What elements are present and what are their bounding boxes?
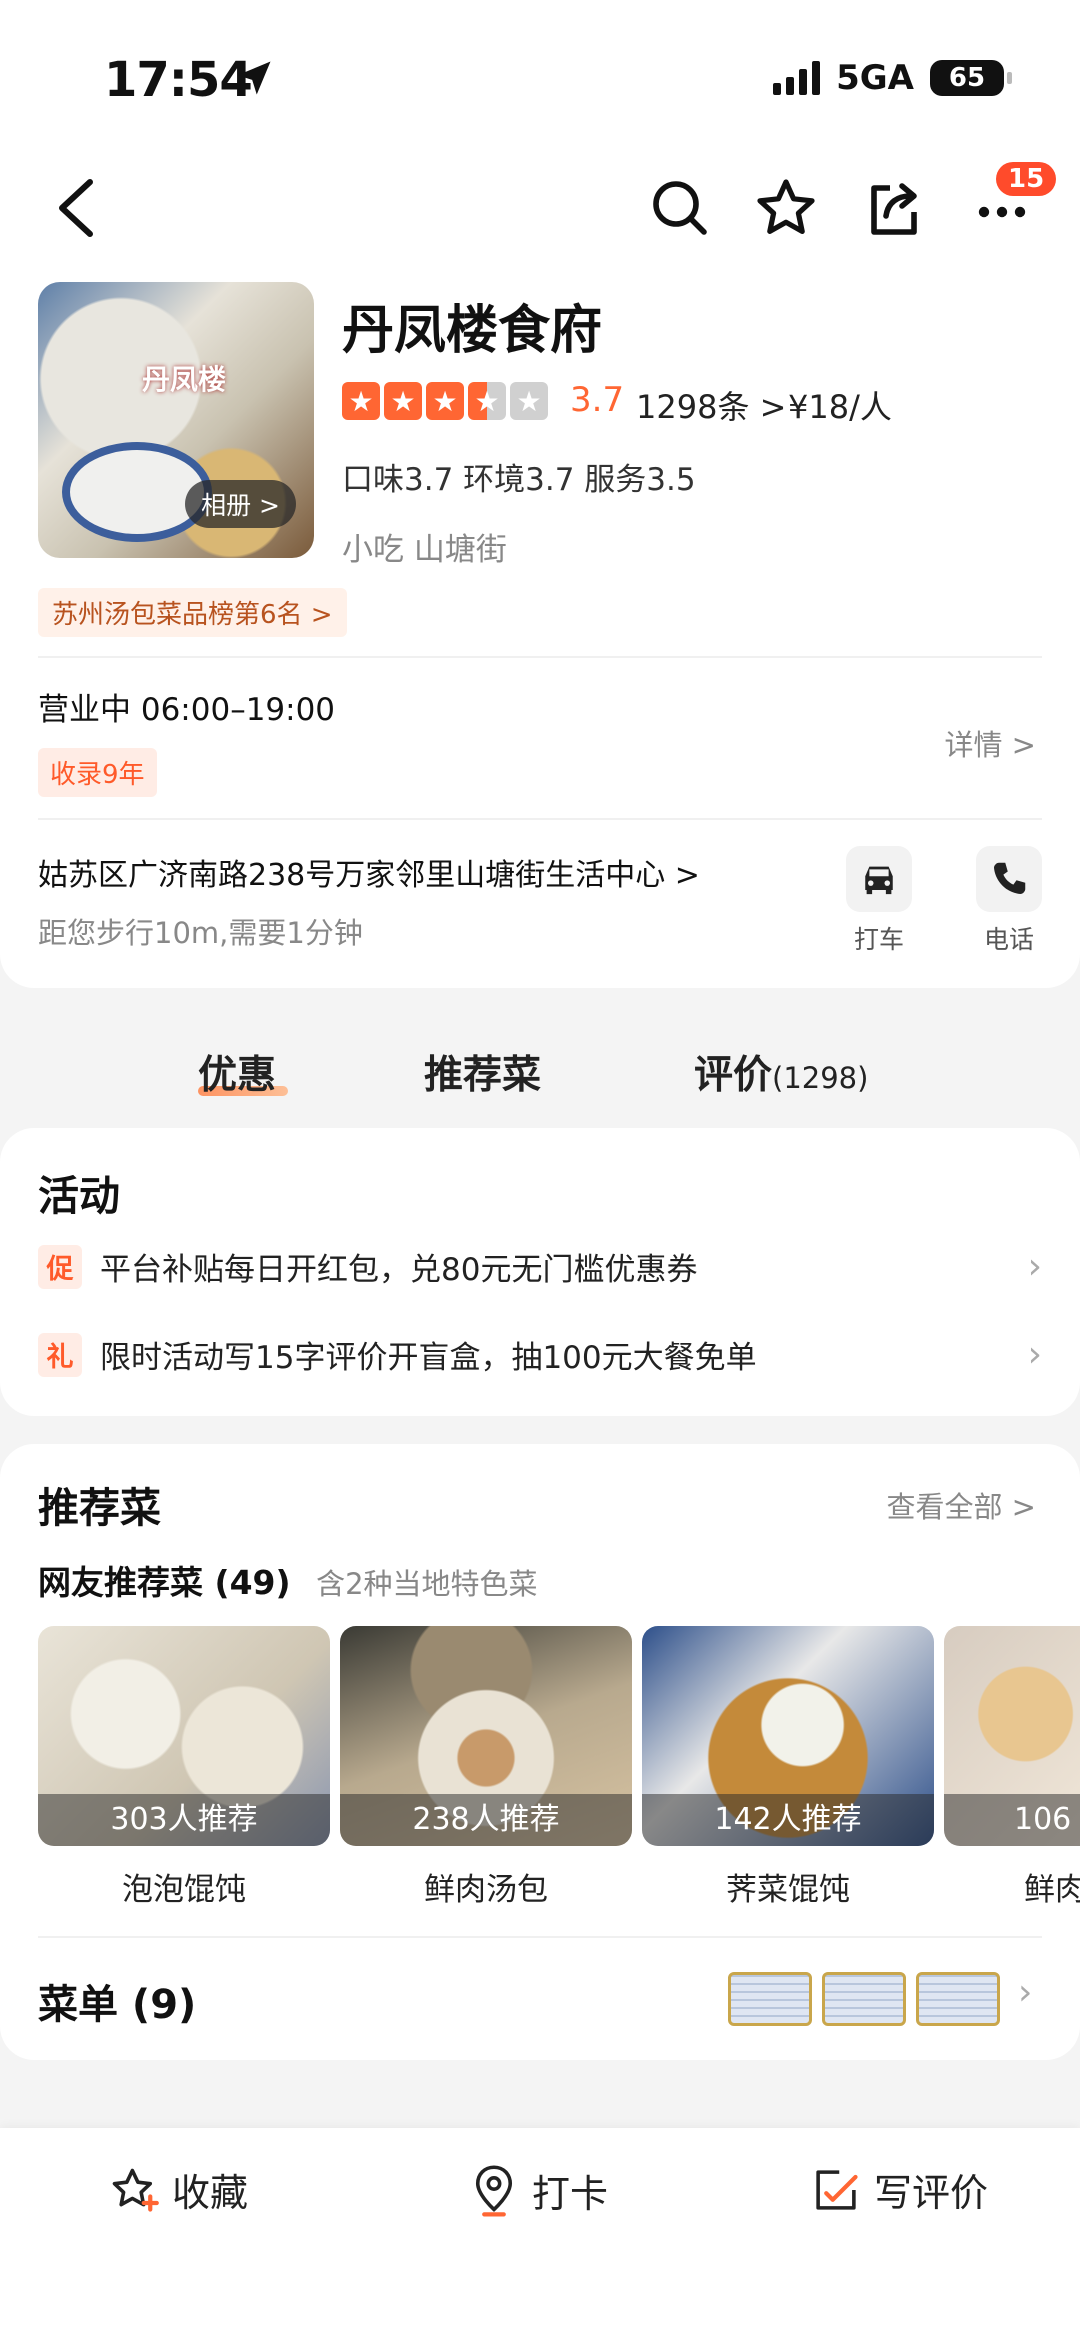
star-full-icon: ★ bbox=[426, 382, 464, 420]
chevron-right-icon[interactable]: › bbox=[1018, 1972, 1032, 2013]
tab-discounts[interactable]: 优惠 bbox=[198, 1044, 276, 1100]
promo-item[interactable]: 促 平台补贴每日开红包，兑80元无门槛优惠券 › bbox=[38, 1244, 1042, 1289]
chevron-right-icon: › bbox=[1027, 1246, 1042, 1287]
menu-thumbnail[interactable] bbox=[822, 1972, 906, 2026]
local-specialty-note: 含2种当地特色菜 bbox=[316, 1567, 538, 1601]
ranking-badge[interactable]: 苏州汤包菜品榜第6名 > bbox=[38, 588, 347, 637]
dish-recommend-count: 303人推荐 bbox=[38, 1794, 330, 1846]
dish-name: 鲜肉汤包 bbox=[424, 1872, 548, 1908]
star-add-icon bbox=[112, 2168, 159, 2212]
star-icon[interactable] bbox=[754, 176, 818, 240]
see-all-link[interactable]: 查看全部 > bbox=[886, 1484, 1036, 1526]
network-label: 5GA bbox=[836, 58, 914, 98]
star-half-icon: ★ bbox=[468, 382, 506, 420]
dish-card[interactable]: 106人推荐 bbox=[944, 1626, 1080, 1846]
dish-name: 荠菜馄饨 bbox=[726, 1872, 850, 1908]
dish-card[interactable]: 142人推荐 bbox=[642, 1626, 934, 1846]
hours-detail-link[interactable]: 详情 > bbox=[944, 722, 1036, 764]
phone-button[interactable] bbox=[976, 846, 1042, 912]
location-arrow-icon bbox=[237, 61, 271, 95]
notification-badge: 15 bbox=[996, 162, 1057, 196]
back-icon[interactable] bbox=[50, 178, 102, 238]
car-icon bbox=[865, 866, 893, 895]
review-count-link[interactable]: 1298条 > bbox=[636, 382, 786, 428]
signal-icon bbox=[773, 61, 821, 95]
activity-title: 活动 bbox=[38, 1172, 120, 1220]
business-hours: 营业中 06:00–19:00 bbox=[38, 692, 336, 728]
rating-value: 3.7 bbox=[570, 380, 625, 420]
gift-text: 限时活动写15字评价开盲盒，抽100元大餐免单 bbox=[100, 1340, 757, 1376]
bottom-action-bar bbox=[0, 2128, 1080, 2341]
dish-recommend-count: 142人推荐 bbox=[642, 1794, 934, 1846]
dish-name: 泡泡馄饨 bbox=[122, 1872, 246, 1908]
menu-title[interactable]: 菜单 (9) bbox=[38, 1972, 196, 2030]
star-empty-icon: ★ bbox=[510, 382, 548, 420]
battery-icon: 65 bbox=[930, 60, 1012, 96]
favorite-label: 收藏 bbox=[172, 2171, 249, 2215]
divider bbox=[38, 656, 1042, 658]
recommended-title: 推荐菜 bbox=[38, 1484, 161, 1532]
dish-recommend-count: 106人推荐 bbox=[944, 1794, 1080, 1846]
write-review-button[interactable]: 写评价 bbox=[810, 2162, 988, 2217]
gift-tag: 礼 bbox=[38, 1332, 82, 1377]
star-full-icon: ★ bbox=[384, 382, 422, 420]
netizen-recommend-heading: 网友推荐菜 (49) 含2种当地特色菜 bbox=[38, 1556, 538, 1604]
shop-categories: 小吃 山塘街 bbox=[342, 532, 507, 568]
tab-reviews-count: (1298) bbox=[772, 1061, 869, 1095]
star-rating: ★ ★ ★ ★ ★ bbox=[342, 382, 548, 420]
address-link[interactable]: 姑苏区广济南路238号万家邻里山塘街生活中心 > bbox=[38, 850, 700, 894]
tab-recommended-label: 推荐菜 bbox=[424, 1053, 542, 1098]
dish-card[interactable]: 303人推荐 bbox=[38, 1626, 330, 1846]
location-pin-icon bbox=[475, 2165, 513, 2217]
tab-recommended[interactable]: 推荐菜 bbox=[424, 1044, 541, 1100]
album-button[interactable]: 相册 > bbox=[185, 480, 296, 528]
shop-photo-logo: 丹凤楼 bbox=[142, 363, 227, 396]
dish-recommend-count: 238人推荐 bbox=[340, 1794, 632, 1846]
menu-thumbnail[interactable] bbox=[728, 1972, 812, 2026]
edit-review-icon bbox=[816, 2169, 858, 2210]
tab-discounts-label: 优惠 bbox=[198, 1053, 277, 1098]
status-indicators: 5GA 65 bbox=[773, 58, 1012, 98]
listed-years-tag: 收录9年 bbox=[38, 748, 157, 797]
checkin-label: 打卡 bbox=[532, 2171, 609, 2216]
price-per-person: ¥18/人 bbox=[788, 388, 892, 426]
write-review-label: 写评价 bbox=[874, 2171, 989, 2215]
promo-tag: 促 bbox=[38, 1244, 82, 1289]
divider bbox=[38, 1936, 1042, 1938]
netizen-recommend-label: 网友推荐菜 (49) bbox=[38, 1563, 291, 1602]
shop-photo[interactable]: 丹凤楼 相册 > bbox=[38, 282, 314, 558]
share-icon[interactable] bbox=[862, 176, 926, 240]
walking-distance: 距您步行10m,需要1分钟 bbox=[38, 916, 363, 950]
promo-text: 平台补贴每日开红包，兑80元无门槛优惠券 bbox=[100, 1252, 698, 1288]
taxi-button[interactable] bbox=[846, 846, 912, 912]
favorite-button[interactable]: 收藏 bbox=[108, 2162, 248, 2217]
status-time: 17:54 bbox=[104, 52, 253, 108]
tab-reviews-label: 评价 bbox=[694, 1053, 773, 1098]
chevron-right-icon: › bbox=[1027, 1334, 1042, 1375]
gift-item[interactable]: 礼 限时活动写15字评价开盲盒，抽100元大餐免单 › bbox=[38, 1332, 1042, 1377]
taxi-label: 打车 bbox=[853, 925, 904, 954]
divider bbox=[38, 818, 1042, 820]
phone-label: 电话 bbox=[983, 925, 1034, 954]
dish-name: 鲜肉 bbox=[1024, 1872, 1080, 1908]
search-icon[interactable] bbox=[648, 176, 712, 240]
checkin-button[interactable]: 打卡 bbox=[468, 2162, 608, 2218]
phone-icon bbox=[994, 862, 1026, 894]
star-full-icon: ★ bbox=[342, 382, 380, 420]
menu-thumbnail[interactable] bbox=[916, 1972, 1000, 2026]
shop-name: 丹凤楼食府 bbox=[342, 301, 603, 361]
sub-scores: 口味3.7 环境3.7 服务3.5 bbox=[342, 462, 696, 498]
tab-reviews[interactable]: 评价(1298) bbox=[694, 1044, 868, 1100]
dish-card[interactable]: 238人推荐 bbox=[340, 1626, 632, 1846]
